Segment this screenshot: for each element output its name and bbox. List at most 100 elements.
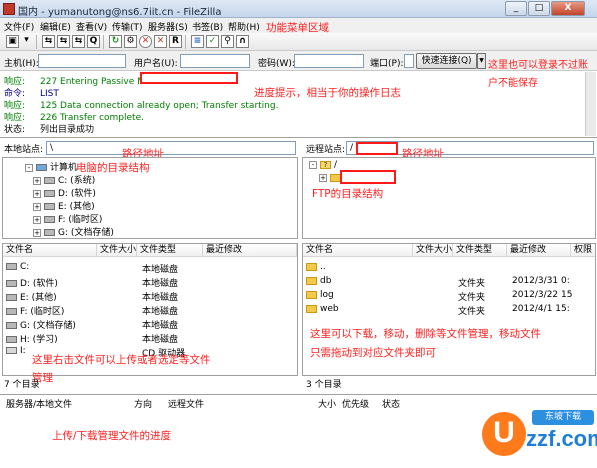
folder-icon [306,304,317,313]
annotation-log-hint: 进度提示，相当于你的操作日志 [254,87,401,99]
remote-site-label: 远程站点: [306,145,346,155]
drive-icon [6,308,17,315]
local-directory-tree[interactable]: - 计算机 + C: (系统) + D: (软件) + E: (其他) + F: (临时区… [2,157,298,239]
local-status: 7 个目录 [4,380,40,390]
minimize-button[interactable]: _ [505,1,527,16]
toolbar-separator [103,35,104,49]
maximize-button[interactable]: □ [528,1,550,16]
quickconnect-button[interactable]: 快速连接(Q) [416,53,477,69]
menu-help[interactable]: 帮助(H) [228,20,260,33]
tree-item-drive[interactable]: + F: (临时区) [33,212,102,225]
drive-icon [44,216,55,223]
password-input[interactable] [294,54,364,68]
column-header-modified[interactable]: 最近修改 [507,244,571,257]
question-folder-icon: ? [320,160,331,169]
log-line: 命令: LIST [4,89,59,99]
annotation-local-list-line1: 这里右击文件可以上传或者选定等文件 [32,354,211,366]
drive-icon [6,322,17,329]
column-header-filesize[interactable]: 文件大小 [97,244,137,257]
queue-header-status[interactable]: 状态 [382,397,400,410]
drive-icon [44,177,55,184]
menu-bookmarks[interactable]: 书签(B) [192,20,223,33]
table-row[interactable]: C: 本地磁盘 [6,262,296,275]
local-path-input[interactable]: \ [46,141,296,155]
reconnect-icon[interactable]: R [169,35,182,48]
redacted-address-box [140,72,238,84]
cancel-operation-icon[interactable]: ✕ [139,35,152,48]
log-scrollbar[interactable] [585,72,596,136]
table-row[interactable]: D: (软件) 本地磁盘 [6,276,296,289]
column-header-permissions[interactable]: 权限 [571,244,595,257]
menu-transfer[interactable]: 传输(T) [112,20,143,33]
table-row[interactable]: web 文件夹 2012/4/1 15: [306,304,594,317]
table-row[interactable]: .. [306,262,594,275]
toggle-remote-tree-icon[interactable]: ⇆ [72,35,85,48]
annotation-login-line1: 这里也可以登录不过账 [488,60,588,71]
table-row[interactable]: G: (文档存储) 本地磁盘 [6,318,296,331]
table-row[interactable]: F: (临时区) 本地磁盘 [6,304,296,317]
queue-header-direction[interactable]: 方向 [134,397,152,410]
disconnect-icon[interactable]: ✕ [154,35,167,48]
toggle-queue-icon[interactable]: Q [87,35,100,48]
host-label: 主机(H): [4,59,39,69]
column-header-filetype[interactable]: 文件类型 [453,244,507,257]
toolbar-separator [185,35,186,49]
watermark-logo-mark: U [482,412,526,456]
directory-listing-filters-icon[interactable]: ≡ [191,35,204,48]
drive-icon [6,263,17,270]
queue-header-remote-file[interactable]: 远程文件 [168,397,204,410]
toggle-local-tree-icon[interactable]: ⇆ [57,35,70,48]
password-label: 密码(W): [258,59,295,69]
tree-item-computer[interactable]: - 计算机 [25,160,77,173]
host-input[interactable] [38,54,126,68]
table-row[interactable]: log 文件夹 2012/3/22 15 [306,290,594,303]
filezilla-app-icon [3,3,15,15]
toggle-log-icon[interactable]: ⇆ [42,35,55,48]
annotation-local-tree: 电脑的目录结构 [76,162,150,174]
menu-edit[interactable]: 编辑(E) [40,20,71,33]
menu-server[interactable]: 服务器(S) [148,20,188,33]
tree-item-drive[interactable]: + G: (文档存储) [33,225,114,238]
search-remote-icon[interactable]: ∩ [236,35,249,48]
drive-icon [6,280,17,287]
column-header-filename[interactable]: 文件名 [3,244,97,257]
annotation-remote-list-line2: 只需拖动到对应文件夹即可 [310,347,436,359]
table-row[interactable]: E: (其他) 本地磁盘 [6,290,296,303]
queue-header-priority[interactable]: 优先级 [342,397,369,410]
column-header-filename[interactable]: 文件名 [303,244,413,257]
cd-drive-icon [6,347,17,354]
process-queue-icon[interactable]: ⚙ [124,35,137,48]
queue-header-server-local-file[interactable]: 服务器/本地文件 [6,397,72,410]
drive-icon [44,229,55,236]
annotation-queue-hint: 上传/下载管理文件的进度 [52,430,172,442]
folder-icon [306,262,317,271]
redacted-remote-path-box [356,142,398,155]
menu-view[interactable]: 查看(V) [76,20,107,33]
port-label: 端口(P): [370,59,404,69]
refresh-icon[interactable]: ↻ [109,35,122,48]
redacted-remote-folder-box [340,170,396,184]
log-line: 状态: 列出目录成功 [4,125,95,135]
table-row[interactable]: H: (学习) 本地磁盘 [6,332,296,345]
username-input[interactable] [180,54,250,68]
sync-browsing-icon[interactable]: ✓ [206,35,219,48]
close-button[interactable]: X [551,1,585,16]
port-input[interactable] [404,54,414,68]
annotation-remote-list-line1: 这里可以下载，移动，删除等文件管理，移动文件 [310,328,541,340]
tree-item-root[interactable]: -? / [309,160,337,170]
watermark-logo-badge: 东坡下载 [532,410,594,425]
table-row[interactable]: db 文件夹 2012/3/31 0: [306,276,594,289]
column-header-filesize[interactable]: 文件大小 [413,244,453,257]
column-header-modified[interactable]: 最近修改 [203,244,297,257]
tree-item-drive[interactable]: + E: (其他) [33,199,95,212]
computer-icon [36,164,47,171]
site-manager-icon[interactable]: ▣ [6,35,19,48]
directory-comparison-icon[interactable]: ⚲ [221,35,234,48]
queue-header-size[interactable]: 大小 [318,397,336,410]
quickconnect-dropdown-icon[interactable]: ▼ [477,53,486,69]
toolbar-separator [36,35,37,49]
column-header-filetype[interactable]: 文件类型 [137,244,203,257]
tree-item-drive[interactable]: + D: (软件) [33,186,96,199]
site-manager-dropdown-icon[interactable]: ▾ [20,35,33,48]
menu-file[interactable]: 文件(F) [4,20,34,33]
